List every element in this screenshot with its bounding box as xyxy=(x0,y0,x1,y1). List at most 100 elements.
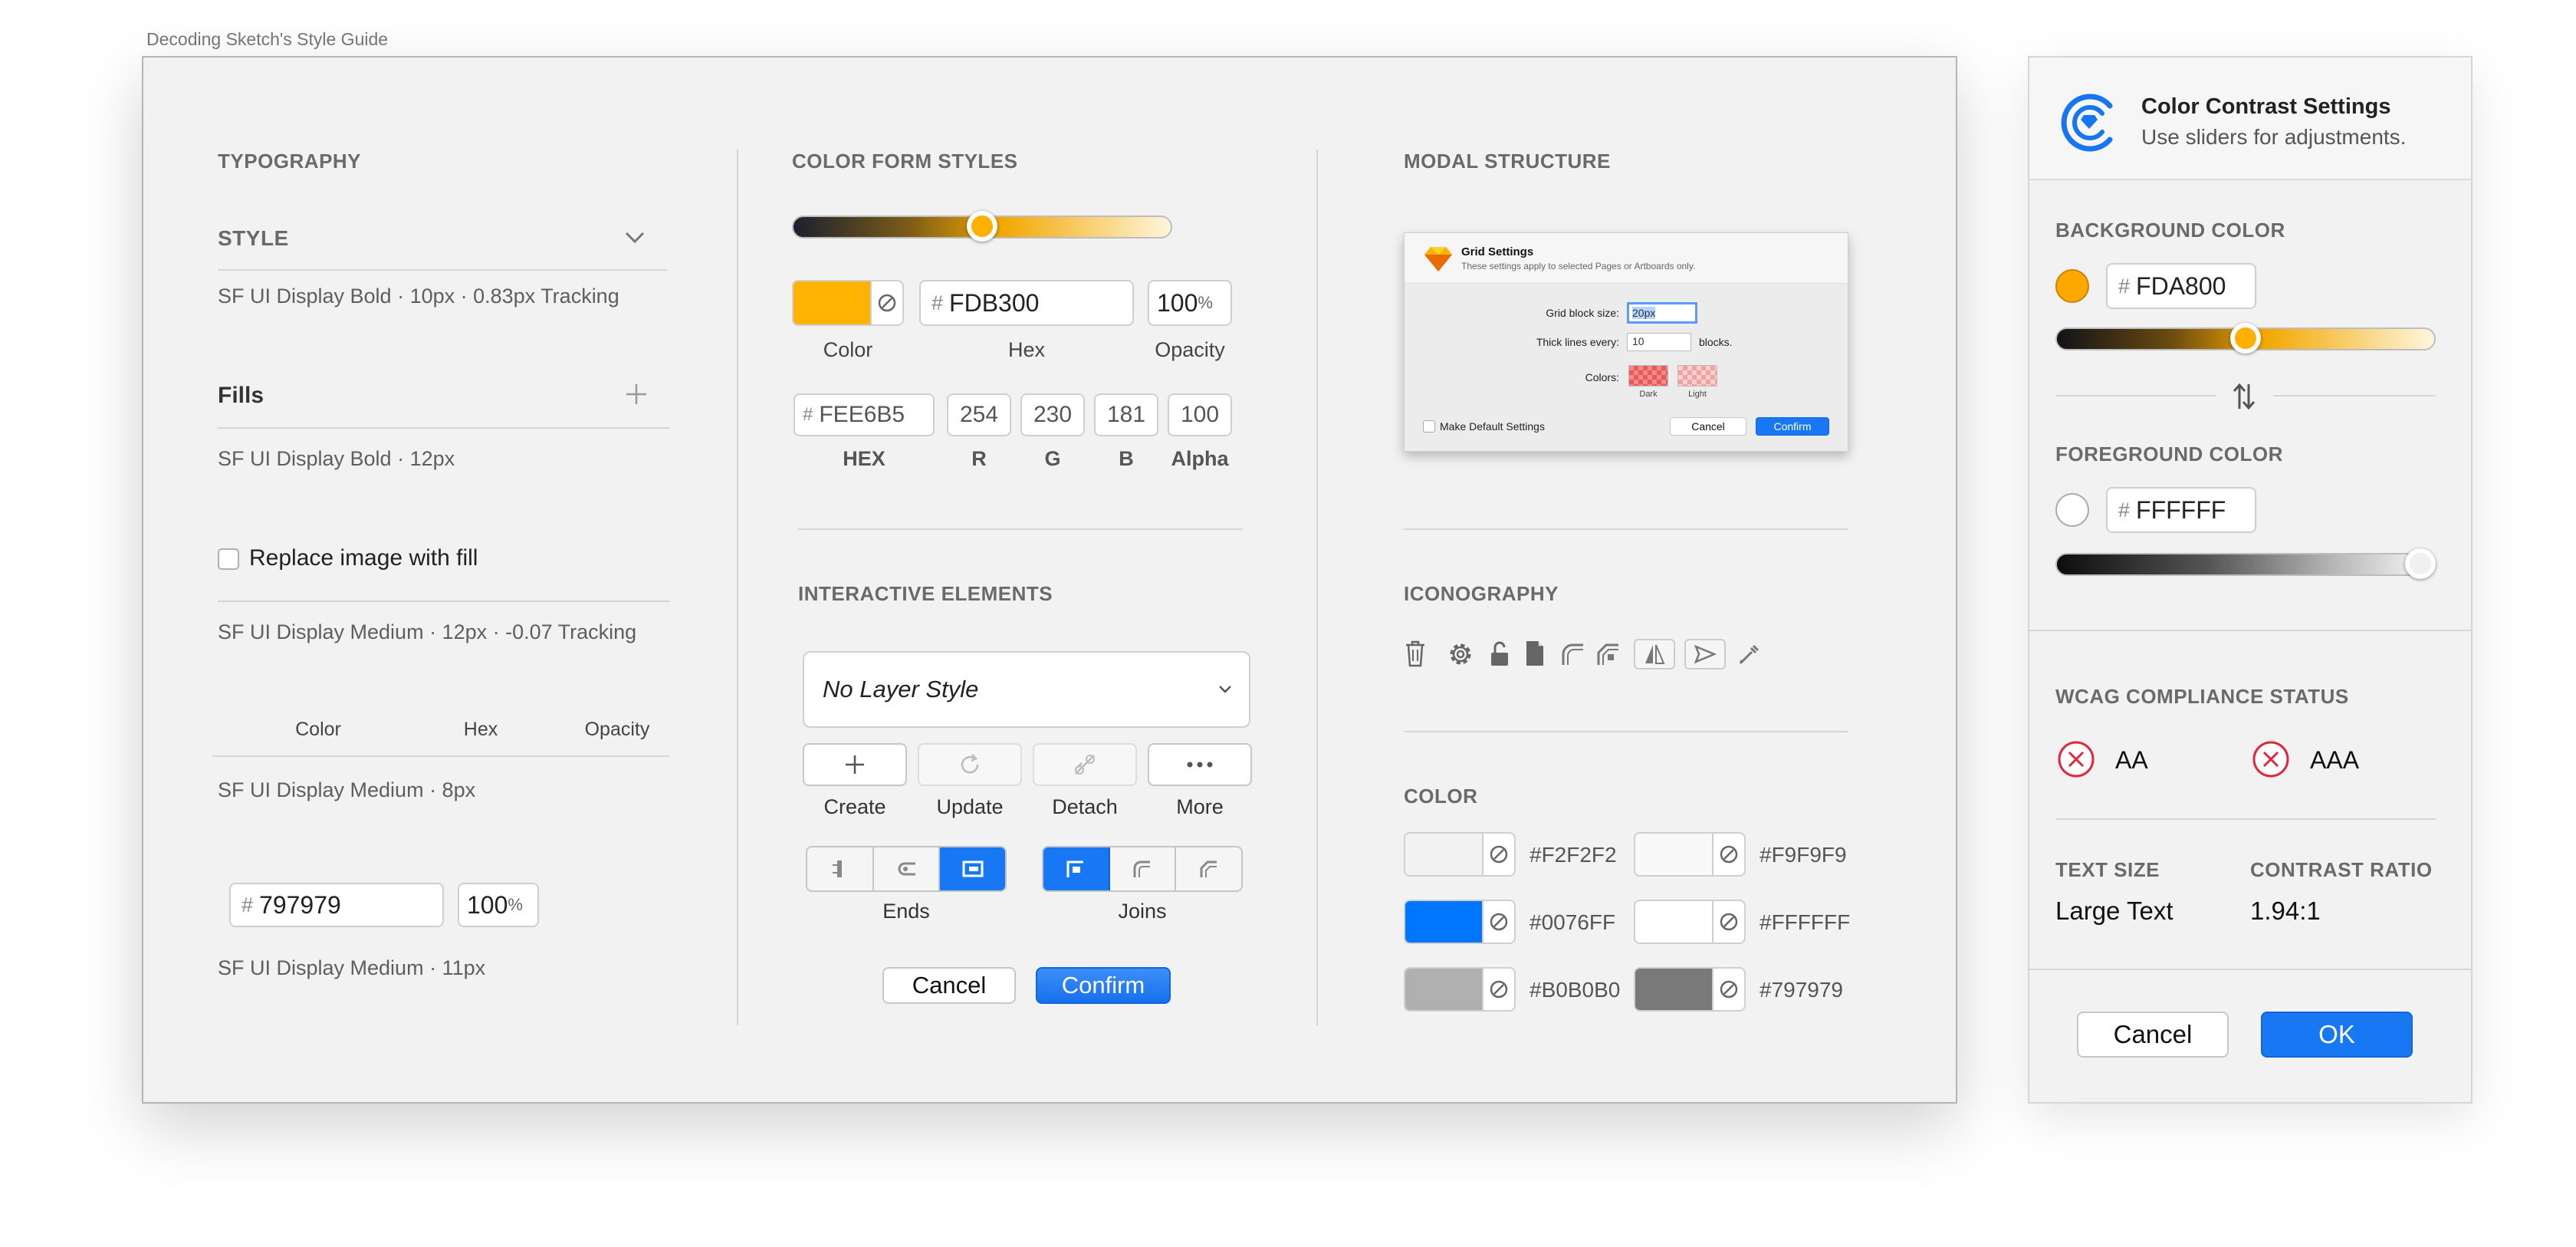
thick-lines-input[interactable]: 10 xyxy=(1627,333,1691,351)
color-slider-handle[interactable] xyxy=(967,211,997,242)
divider xyxy=(218,427,670,429)
contrast-ratio-value: 1.94:1 xyxy=(2250,897,2321,925)
color-swatch[interactable] xyxy=(792,280,904,326)
confirm-button[interactable]: Confirm xyxy=(1036,967,1171,1004)
link-icon[interactable] xyxy=(1712,901,1744,943)
butt-end-icon[interactable] xyxy=(807,847,874,890)
round-end-icon[interactable] xyxy=(874,847,941,890)
background-hex-field[interactable]: # FDA800 xyxy=(2106,263,2256,309)
bevel-corner-icon[interactable] xyxy=(1594,639,1622,670)
joins-segmented-control[interactable] xyxy=(1042,846,1243,892)
link-icon[interactable] xyxy=(1482,901,1514,943)
document-icon[interactable] xyxy=(1522,637,1548,670)
chevron-down-icon[interactable] xyxy=(622,225,648,251)
hash-symbol: # xyxy=(932,291,944,314)
round-join-icon[interactable] xyxy=(1110,847,1177,890)
text-size-label: TEXT SIZE xyxy=(2055,858,2160,881)
block-size-input[interactable]: 20px xyxy=(1627,302,1697,324)
wcag-status-label: WCAG COMPLIANCE STATUS xyxy=(2055,685,2349,708)
link-icon[interactable] xyxy=(1712,834,1744,875)
swatch-hex-label: #F9F9F9 xyxy=(1760,843,1847,867)
color-swatch[interactable] xyxy=(1634,832,1746,877)
dialog-cancel-button[interactable]: Cancel xyxy=(1670,417,1746,436)
alpha-input[interactable]: 100 xyxy=(1168,393,1232,436)
color-swatch[interactable] xyxy=(1634,967,1746,1012)
link-icon[interactable] xyxy=(1712,969,1744,1010)
link-icon[interactable] xyxy=(870,281,902,324)
add-fill-icon[interactable] xyxy=(622,380,651,409)
joins-label: Joins xyxy=(1118,900,1167,923)
typography-title: TYPOGRAPHY xyxy=(218,150,362,173)
ok-button[interactable]: OK xyxy=(2261,1012,2413,1058)
rounded-corner-icon[interactable] xyxy=(1559,639,1586,670)
color-swatch[interactable] xyxy=(1634,900,1746,944)
bevel-join-icon[interactable] xyxy=(1176,847,1241,890)
hex-field[interactable]: # 797979 xyxy=(229,883,444,927)
send-icon[interactable] xyxy=(1684,639,1726,670)
swap-colors-icon[interactable] xyxy=(2227,380,2261,413)
create-button[interactable] xyxy=(803,743,907,786)
divider xyxy=(2055,818,2436,820)
dialog-confirm-button[interactable]: Confirm xyxy=(1756,417,1829,436)
green-input[interactable]: 230 xyxy=(1020,393,1085,436)
layer-style-dropdown[interactable]: No Layer Style xyxy=(803,651,1250,728)
color-label: Color xyxy=(823,338,873,361)
default-settings-label: Make Default Settings xyxy=(1440,420,1545,433)
square-end-icon[interactable] xyxy=(940,847,1005,890)
replace-image-checkbox[interactable] xyxy=(218,548,239,570)
divider xyxy=(212,755,669,757)
trash-icon[interactable] xyxy=(1402,637,1428,670)
miter-join-icon[interactable] xyxy=(1043,847,1110,890)
cancel-button[interactable]: Cancel xyxy=(2077,1012,2229,1058)
text-size-value: Large Text xyxy=(2055,897,2174,925)
divider xyxy=(2055,395,2216,396)
default-settings-checkbox[interactable] xyxy=(1423,420,1435,433)
link-icon[interactable] xyxy=(1482,969,1514,1010)
hex-field[interactable]: # FDB300 xyxy=(919,280,1134,326)
color-swatch[interactable] xyxy=(1404,900,1516,944)
percent-symbol: % xyxy=(508,895,523,914)
opacity-field[interactable]: 100% xyxy=(1148,280,1232,326)
eyedropper-icon[interactable] xyxy=(1735,639,1764,670)
style-label: STYLE xyxy=(218,226,289,250)
layer-style-value: No Layer Style xyxy=(823,676,979,702)
typography-note-4: SF UI Display Medium · 8px xyxy=(218,778,476,801)
hex-value: 797979 xyxy=(259,890,341,919)
opacity-label: Opacity xyxy=(1155,338,1225,361)
color-swatch[interactable] xyxy=(1404,967,1516,1012)
thick-lines-label: Thick lines every: xyxy=(1536,336,1619,348)
color-swatch[interactable] xyxy=(1404,832,1516,877)
hex-input[interactable]: # FEE6B5 xyxy=(794,393,935,436)
foreground-color-dot[interactable] xyxy=(2055,493,2089,527)
red-input[interactable]: 254 xyxy=(947,393,1011,436)
blue-input[interactable]: 181 xyxy=(1094,393,1158,436)
update-button[interactable] xyxy=(918,743,1022,786)
background-color-dot[interactable] xyxy=(2055,269,2089,303)
interactive-title: INTERACTIVE ELEMENTS xyxy=(798,582,1053,605)
unlock-icon[interactable] xyxy=(1487,639,1513,670)
background-color-label: BACKGROUND COLOR xyxy=(2055,219,2285,242)
divider xyxy=(1404,528,1848,530)
foreground-hex-field[interactable]: # FFFFFF xyxy=(2106,487,2256,533)
flip-icon[interactable] xyxy=(1634,639,1675,670)
more-label: More xyxy=(1176,795,1224,818)
dark-color-swatch[interactable] xyxy=(1628,365,1668,387)
chevron-down-icon xyxy=(1219,686,1231,693)
colors-label: Colors: xyxy=(1585,371,1619,383)
foreground-slider-track[interactable] xyxy=(2055,553,2436,576)
cancel-button[interactable]: Cancel xyxy=(882,967,1016,1004)
background-slider-handle[interactable] xyxy=(2230,323,2261,354)
percent-symbol: % xyxy=(1198,293,1213,312)
divider xyxy=(218,269,667,271)
opacity-field[interactable]: 100% xyxy=(458,883,539,927)
link-icon[interactable] xyxy=(1482,834,1514,875)
light-label: Light xyxy=(1688,390,1707,399)
swatch-fill xyxy=(794,281,870,324)
foreground-slider-handle[interactable] xyxy=(2405,548,2436,579)
ends-segmented-control[interactable] xyxy=(806,846,1007,892)
swatch-fill xyxy=(1635,969,1712,1010)
more-button[interactable] xyxy=(1148,743,1252,786)
light-color-swatch[interactable] xyxy=(1677,365,1717,387)
gear-icon[interactable] xyxy=(1445,639,1476,670)
detach-button[interactable] xyxy=(1033,743,1137,786)
